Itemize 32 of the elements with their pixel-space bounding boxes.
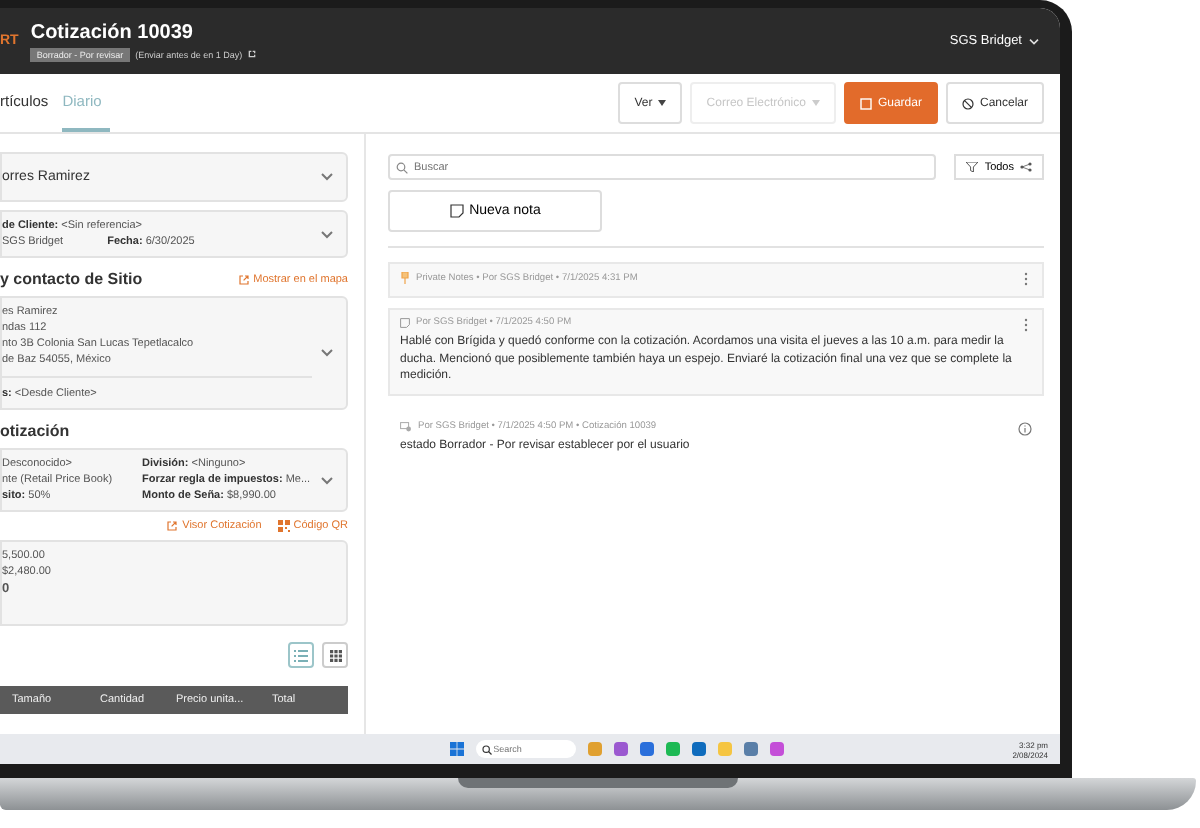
save-icon — [859, 97, 872, 109]
more-options-button[interactable] — [1024, 272, 1032, 288]
section-title: otización — [0, 422, 70, 440]
chevron-icon — [1028, 37, 1040, 45]
chevron-icon[interactable] — [320, 172, 334, 182]
search-icon — [481, 744, 492, 754]
start-icon[interactable] — [449, 742, 464, 756]
filter-icon — [966, 162, 979, 172]
caret-icon — [658, 100, 667, 106]
chevron-icon[interactable] — [320, 348, 334, 358]
grid-icon — [329, 649, 341, 661]
cancel-icon — [961, 97, 974, 109]
search-icon — [396, 161, 408, 173]
more-options-button[interactable] — [1024, 318, 1032, 334]
share-icon — [1020, 162, 1032, 172]
caret-icon — [811, 100, 820, 106]
qr-code-icon — [277, 520, 290, 532]
external-link-icon — [248, 50, 257, 58]
external-link-icon — [237, 273, 250, 285]
chevron-icon[interactable] — [320, 229, 334, 239]
list-view-button[interactable] — [288, 642, 314, 668]
grid-view-button[interactable] — [322, 642, 348, 668]
page-title: Cotización 10039 — [30, 21, 195, 43]
list-icon — [294, 649, 308, 661]
system-icon — [400, 422, 412, 433]
note-icon — [400, 318, 410, 328]
external-link-icon — [166, 520, 179, 532]
note-icon — [449, 204, 464, 218]
info-icon[interactable] — [1018, 422, 1032, 437]
pin-icon — [400, 272, 410, 284]
chevron-icon[interactable] — [320, 475, 334, 485]
section-title: y contacto de Sitio — [0, 270, 143, 288]
